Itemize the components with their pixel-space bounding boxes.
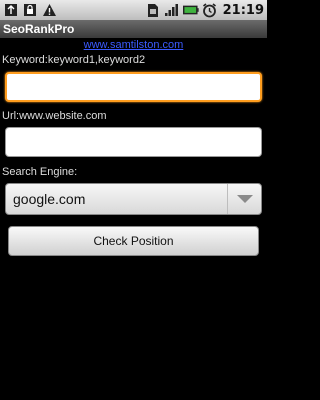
chevron-down-icon [227, 184, 261, 214]
check-position-button[interactable]: Check Position [8, 226, 259, 256]
battery-icon [182, 2, 199, 18]
signal-icon [164, 2, 180, 18]
alarm-icon [202, 2, 218, 18]
lock-icon [22, 2, 38, 18]
app-title-bar: SeoRankPro [0, 20, 267, 38]
keyword-input[interactable] [7, 74, 260, 100]
status-bar: 21:19 [0, 0, 267, 20]
app-title: SeoRankPro [3, 22, 75, 36]
keyword-field[interactable] [5, 72, 262, 102]
search-engine-value: google.com [13, 191, 86, 207]
keyword-label: Keyword:keyword1,keyword2 [2, 54, 146, 66]
sim-icon [145, 2, 161, 18]
url-field[interactable] [5, 127, 262, 157]
usb-icon [3, 2, 19, 18]
warning-icon [41, 2, 57, 18]
url-input[interactable] [6, 128, 261, 156]
search-engine-select[interactable]: google.com [5, 183, 262, 215]
search-engine-label: Search Engine: [2, 166, 78, 178]
status-time: 21:19 [222, 2, 264, 18]
url-label: Url:www.website.com [2, 110, 107, 122]
website-link[interactable]: www.samtilston.com [0, 39, 267, 51]
